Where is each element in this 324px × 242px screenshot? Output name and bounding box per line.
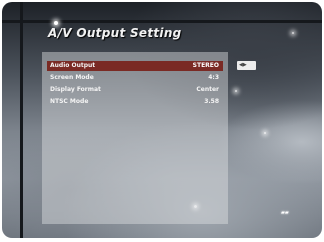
menu-title: A/V Output Setting: [48, 26, 182, 40]
star-decoration: [292, 32, 294, 34]
title-sparkle-icon: [54, 21, 58, 25]
menu-item-display-format[interactable]: Display Format Center: [47, 85, 223, 95]
menu-item-label: Audio Output: [50, 62, 96, 69]
menu-item-value: STEREO: [192, 62, 219, 69]
menu-item-label: Display Format: [50, 86, 101, 93]
menu-item-audio-output[interactable]: Audio Output STEREO: [47, 61, 223, 71]
menu-item-value: 3.58: [204, 98, 219, 105]
remote-button-glyph: ◀▶: [239, 62, 247, 68]
frame-vertical-line: [20, 2, 23, 238]
star-decoration: [264, 132, 266, 134]
menu-item-label: Screen Mode: [50, 74, 94, 81]
menu-item-screen-mode[interactable]: Screen Mode 4:3: [47, 73, 223, 83]
menu-item-ntsc-mode[interactable]: NTSC Mode 3.58: [47, 97, 223, 107]
menu-item-value: Center: [196, 86, 219, 93]
brand-logo-icon: ▰▰: [281, 210, 289, 216]
frame-horizontal-line: [2, 20, 322, 23]
remote-button-icon: ◀▶: [237, 61, 256, 70]
menu-item-label: NTSC Mode: [50, 98, 89, 105]
star-decoration: [235, 90, 237, 92]
menu-item-value: 4:3: [208, 74, 219, 81]
